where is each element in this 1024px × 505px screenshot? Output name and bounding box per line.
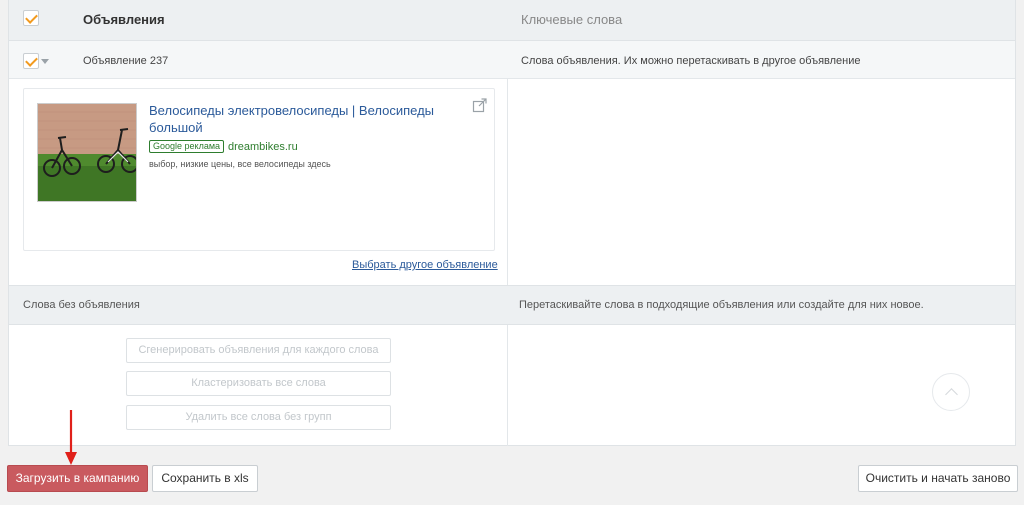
ads-column-title: Объявления bbox=[83, 12, 165, 27]
ad-domain: dreambikes.ru bbox=[228, 141, 298, 153]
generate-ads-button[interactable]: Сгенерировать объявления для каждого сло… bbox=[126, 338, 391, 363]
drag-hint: Перетаскивайте слова в подходящие объявл… bbox=[519, 299, 924, 311]
cluster-words-button[interactable]: Кластеризовать все слова bbox=[126, 371, 391, 396]
reset-button[interactable]: Очистить и начать заново bbox=[858, 465, 1018, 492]
column-divider bbox=[507, 79, 508, 285]
table-header: Объявления Ключевые слова bbox=[9, 0, 1015, 41]
unassigned-words-label: Слова без объявления bbox=[23, 299, 140, 311]
external-link-icon[interactable] bbox=[472, 97, 488, 113]
column-divider-bottom bbox=[507, 325, 508, 446]
ad-description: выбор, низкие цены, все велосипеды здесь bbox=[149, 159, 331, 169]
scroll-top-icon[interactable] bbox=[932, 373, 970, 411]
select-all-checkbox[interactable] bbox=[23, 10, 39, 26]
ad-keywords-hint: Слова объявления. Их можно перетаскивать… bbox=[521, 55, 861, 67]
ad-badge: Google реклама bbox=[149, 140, 225, 153]
choose-other-ad-link[interactable]: Выбрать другое объявление bbox=[352, 259, 498, 271]
keywords-column-title: Ключевые слова bbox=[521, 12, 623, 27]
ad-name: Объявление 237 bbox=[83, 55, 169, 67]
ad-preview-card: Велосипеды электровелосипеды | Велосипед… bbox=[23, 88, 495, 251]
ads-panel: Объявления Ключевые слова Объявление 237… bbox=[8, 0, 1016, 446]
ad-checkbox[interactable] bbox=[23, 53, 39, 69]
ad-image bbox=[37, 103, 137, 202]
ad-row[interactable]: Объявление 237 Слова объявления. Их можн… bbox=[9, 41, 1015, 79]
ad-title-link[interactable]: Велосипеды электровелосипеды | Велосипед… bbox=[149, 102, 449, 136]
unassigned-section-header: Слова без объявления Перетаскивайте слов… bbox=[9, 285, 1015, 325]
save-xls-button[interactable]: Сохранить в xls bbox=[152, 465, 258, 492]
arrow-annotation bbox=[64, 410, 78, 466]
delete-ungrouped-button[interactable]: Удалить все слова без групп bbox=[126, 405, 391, 430]
caret-down-icon[interactable] bbox=[41, 59, 49, 64]
upload-to-campaign-button[interactable]: Загрузить в кампанию bbox=[7, 465, 148, 492]
